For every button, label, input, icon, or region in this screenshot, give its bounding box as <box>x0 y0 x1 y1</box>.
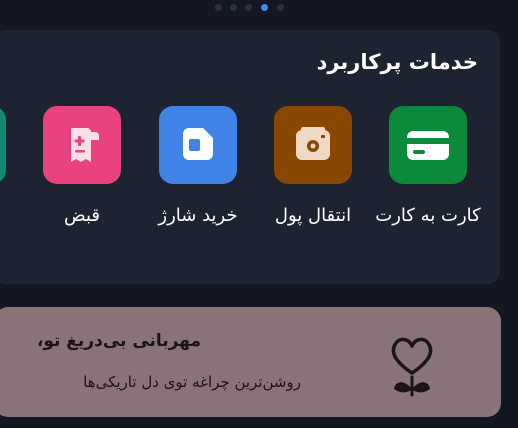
buy-charge-tile[interactable] <box>159 106 237 184</box>
page-indicator <box>0 4 518 14</box>
services-title: خدمات پرکاربرد <box>316 50 478 74</box>
page-dot-5[interactable] <box>277 4 284 11</box>
partial-service-tile[interactable] <box>0 106 6 184</box>
money-transfer-label: انتقال پول <box>274 205 352 226</box>
page-dot-3[interactable] <box>245 4 252 11</box>
buy-charge-label: خرید شارژ <box>158 205 238 226</box>
popular-services-card: خدمات پرکاربرد کارت به کارت انتقال پول خ… <box>0 30 500 284</box>
bill-tile[interactable] <box>43 106 121 184</box>
card-icon <box>407 131 449 160</box>
bill-icon <box>71 128 99 162</box>
bill-label: قبض <box>63 205 101 226</box>
sim-card-icon <box>183 128 213 160</box>
banner-subtitle: روشن‌ترین چراغه توی دل تاریکی‌ها <box>83 373 301 391</box>
page-dot-2[interactable] <box>230 4 237 11</box>
page-dot-4-active[interactable] <box>261 4 268 11</box>
page-dot-1[interactable] <box>215 4 222 11</box>
heart-plant-icon <box>391 337 433 397</box>
card-to-card-tile[interactable] <box>389 106 467 184</box>
banner-title: مهربانی بی‌دریغ تو، <box>36 331 201 351</box>
card-to-card-label: کارت به کارت <box>375 205 481 226</box>
partial-tile-icon <box>0 106 6 184</box>
partial-service-label: ت <box>0 202 27 230</box>
kindness-banner[interactable]: مهربانی بی‌دریغ تو، روشن‌ترین چراغه توی … <box>0 307 501 417</box>
money-transfer-tile[interactable] <box>274 106 352 184</box>
wallet-icon <box>296 127 330 160</box>
